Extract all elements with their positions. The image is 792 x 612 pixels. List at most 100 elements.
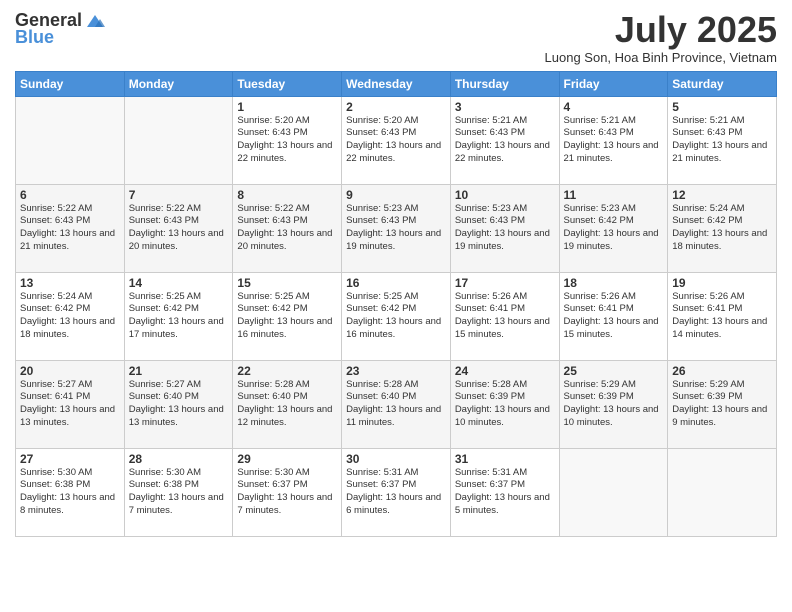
day-number: 15 <box>237 276 337 290</box>
day-number: 3 <box>455 100 555 114</box>
day-info: Sunrise: 5:22 AMSunset: 6:43 PMDaylight:… <box>129 203 229 254</box>
calendar-week-3: 13Sunrise: 5:24 AMSunset: 6:42 PMDayligh… <box>16 272 777 360</box>
day-info: Sunrise: 5:26 AMSunset: 6:41 PMDaylight:… <box>564 291 664 342</box>
day-number: 24 <box>455 364 555 378</box>
day-number: 30 <box>346 452 446 466</box>
day-number: 31 <box>455 452 555 466</box>
day-number: 28 <box>129 452 229 466</box>
table-row: 18Sunrise: 5:26 AMSunset: 6:41 PMDayligh… <box>559 272 668 360</box>
table-row <box>559 448 668 536</box>
day-info: Sunrise: 5:28 AMSunset: 6:40 PMDaylight:… <box>237 379 337 430</box>
table-row: 3Sunrise: 5:21 AMSunset: 6:43 PMDaylight… <box>450 96 559 184</box>
day-info: Sunrise: 5:31 AMSunset: 6:37 PMDaylight:… <box>346 467 446 518</box>
table-row: 5Sunrise: 5:21 AMSunset: 6:43 PMDaylight… <box>668 96 777 184</box>
day-info: Sunrise: 5:28 AMSunset: 6:40 PMDaylight:… <box>346 379 446 430</box>
table-row <box>668 448 777 536</box>
day-info: Sunrise: 5:21 AMSunset: 6:43 PMDaylight:… <box>455 115 555 166</box>
day-number: 1 <box>237 100 337 114</box>
day-info: Sunrise: 5:30 AMSunset: 6:38 PMDaylight:… <box>20 467 120 518</box>
day-number: 19 <box>672 276 772 290</box>
table-row: 8Sunrise: 5:22 AMSunset: 6:43 PMDaylight… <box>233 184 342 272</box>
day-number: 14 <box>129 276 229 290</box>
day-info: Sunrise: 5:21 AMSunset: 6:43 PMDaylight:… <box>564 115 664 166</box>
day-info: Sunrise: 5:26 AMSunset: 6:41 PMDaylight:… <box>455 291 555 342</box>
header-thursday: Thursday <box>450 71 559 96</box>
day-number: 20 <box>20 364 120 378</box>
title-section: July 2025 Luong Son, Hoa Binh Province, … <box>545 10 777 65</box>
day-number: 27 <box>20 452 120 466</box>
header-tuesday: Tuesday <box>233 71 342 96</box>
day-number: 12 <box>672 188 772 202</box>
header-sunday: Sunday <box>16 71 125 96</box>
table-row: 4Sunrise: 5:21 AMSunset: 6:43 PMDaylight… <box>559 96 668 184</box>
table-row: 9Sunrise: 5:23 AMSunset: 6:43 PMDaylight… <box>342 184 451 272</box>
table-row: 22Sunrise: 5:28 AMSunset: 6:40 PMDayligh… <box>233 360 342 448</box>
table-row: 24Sunrise: 5:28 AMSunset: 6:39 PMDayligh… <box>450 360 559 448</box>
calendar-week-5: 27Sunrise: 5:30 AMSunset: 6:38 PMDayligh… <box>16 448 777 536</box>
calendar-week-4: 20Sunrise: 5:27 AMSunset: 6:41 PMDayligh… <box>16 360 777 448</box>
table-row: 15Sunrise: 5:25 AMSunset: 6:42 PMDayligh… <box>233 272 342 360</box>
day-info: Sunrise: 5:31 AMSunset: 6:37 PMDaylight:… <box>455 467 555 518</box>
header-row: Sunday Monday Tuesday Wednesday Thursday… <box>16 71 777 96</box>
table-row: 19Sunrise: 5:26 AMSunset: 6:41 PMDayligh… <box>668 272 777 360</box>
calendar-page: General Blue July 2025 Luong Son, Hoa Bi… <box>0 0 792 612</box>
table-row: 2Sunrise: 5:20 AMSunset: 6:43 PMDaylight… <box>342 96 451 184</box>
table-row: 1Sunrise: 5:20 AMSunset: 6:43 PMDaylight… <box>233 96 342 184</box>
day-info: Sunrise: 5:20 AMSunset: 6:43 PMDaylight:… <box>346 115 446 166</box>
day-info: Sunrise: 5:21 AMSunset: 6:43 PMDaylight:… <box>672 115 772 166</box>
calendar-body: 1 Sunrise: 5:20 AMSunset: 6:43 PMDaylight… <box>16 96 777 536</box>
day-info: Sunrise: 5:23 AMSunset: 6:43 PMDaylight:… <box>346 203 446 254</box>
day-info: Sunrise: 5:24 AMSunset: 6:42 PMDaylight:… <box>672 203 772 254</box>
logo-blue-text: Blue <box>15 27 54 48</box>
day-info: Sunrise: 5:23 AMSunset: 6:43 PMDaylight:… <box>455 203 555 254</box>
table-row: 20Sunrise: 5:27 AMSunset: 6:41 PMDayligh… <box>16 360 125 448</box>
table-row: 25Sunrise: 5:29 AMSunset: 6:39 PMDayligh… <box>559 360 668 448</box>
header-wednesday: Wednesday <box>342 71 451 96</box>
table-row: 17Sunrise: 5:26 AMSunset: 6:41 PMDayligh… <box>450 272 559 360</box>
day-number: 21 <box>129 364 229 378</box>
day-number: 17 <box>455 276 555 290</box>
day-info: Sunrise: 5:27 AMSunset: 6:40 PMDaylight:… <box>129 379 229 430</box>
day-info: Sunrise: 5:30 AMSunset: 6:37 PMDaylight:… <box>237 467 337 518</box>
day-info: Sunrise: 5:22 AMSunset: 6:43 PMDaylight:… <box>20 203 120 254</box>
day-number: 2 <box>346 100 446 114</box>
table-row: 16Sunrise: 5:25 AMSunset: 6:42 PMDayligh… <box>342 272 451 360</box>
day-info: Sunrise: 5:30 AMSunset: 6:38 PMDaylight:… <box>129 467 229 518</box>
day-info: Sunrise: 5:26 AMSunset: 6:41 PMDaylight:… <box>672 291 772 342</box>
day-info: Sunrise: 5:23 AMSunset: 6:42 PMDaylight:… <box>564 203 664 254</box>
day-number: 10 <box>455 188 555 202</box>
table-row: 29Sunrise: 5:30 AMSunset: 6:37 PMDayligh… <box>233 448 342 536</box>
day-number: 7 <box>129 188 229 202</box>
month-title: July 2025 <box>545 10 777 50</box>
logo: General Blue <box>15 10 105 48</box>
day-info: Sunrise: 5:29 AMSunset: 6:39 PMDaylight:… <box>564 379 664 430</box>
day-number: 23 <box>346 364 446 378</box>
day-number: 25 <box>564 364 664 378</box>
day-info: Sunrise: 5:25 AMSunset: 6:42 PMDaylight:… <box>346 291 446 342</box>
table-row: 7Sunrise: 5:22 AMSunset: 6:43 PMDaylight… <box>124 184 233 272</box>
page-header: General Blue July 2025 Luong Son, Hoa Bi… <box>15 10 777 65</box>
table-row: 13Sunrise: 5:24 AMSunset: 6:42 PMDayligh… <box>16 272 125 360</box>
table-row: 23Sunrise: 5:28 AMSunset: 6:40 PMDayligh… <box>342 360 451 448</box>
day-info: Sunrise: 5:24 AMSunset: 6:42 PMDaylight:… <box>20 291 120 342</box>
table-row <box>124 96 233 184</box>
table-row: 11Sunrise: 5:23 AMSunset: 6:42 PMDayligh… <box>559 184 668 272</box>
day-number: 5 <box>672 100 772 114</box>
calendar-table: Sunday Monday Tuesday Wednesday Thursday… <box>15 71 777 537</box>
calendar-week-2: 6Sunrise: 5:22 AMSunset: 6:43 PMDaylight… <box>16 184 777 272</box>
table-row: 30Sunrise: 5:31 AMSunset: 6:37 PMDayligh… <box>342 448 451 536</box>
table-row: 12Sunrise: 5:24 AMSunset: 6:42 PMDayligh… <box>668 184 777 272</box>
table-row: 14Sunrise: 5:25 AMSunset: 6:42 PMDayligh… <box>124 272 233 360</box>
day-number: 22 <box>237 364 337 378</box>
day-number: 8 <box>237 188 337 202</box>
table-row: 6Sunrise: 5:22 AMSunset: 6:43 PMDaylight… <box>16 184 125 272</box>
table-row: 21Sunrise: 5:27 AMSunset: 6:40 PMDayligh… <box>124 360 233 448</box>
day-number: 6 <box>20 188 120 202</box>
table-row: 31Sunrise: 5:31 AMSunset: 6:37 PMDayligh… <box>450 448 559 536</box>
day-info: Sunrise: 5:22 AMSunset: 6:43 PMDaylight:… <box>237 203 337 254</box>
header-friday: Friday <box>559 71 668 96</box>
day-number: 16 <box>346 276 446 290</box>
day-info: Sunrise: 5:25 AMSunset: 6:42 PMDaylight:… <box>237 291 337 342</box>
day-number: 11 <box>564 188 664 202</box>
location-text: Luong Son, Hoa Binh Province, Vietnam <box>545 50 777 65</box>
